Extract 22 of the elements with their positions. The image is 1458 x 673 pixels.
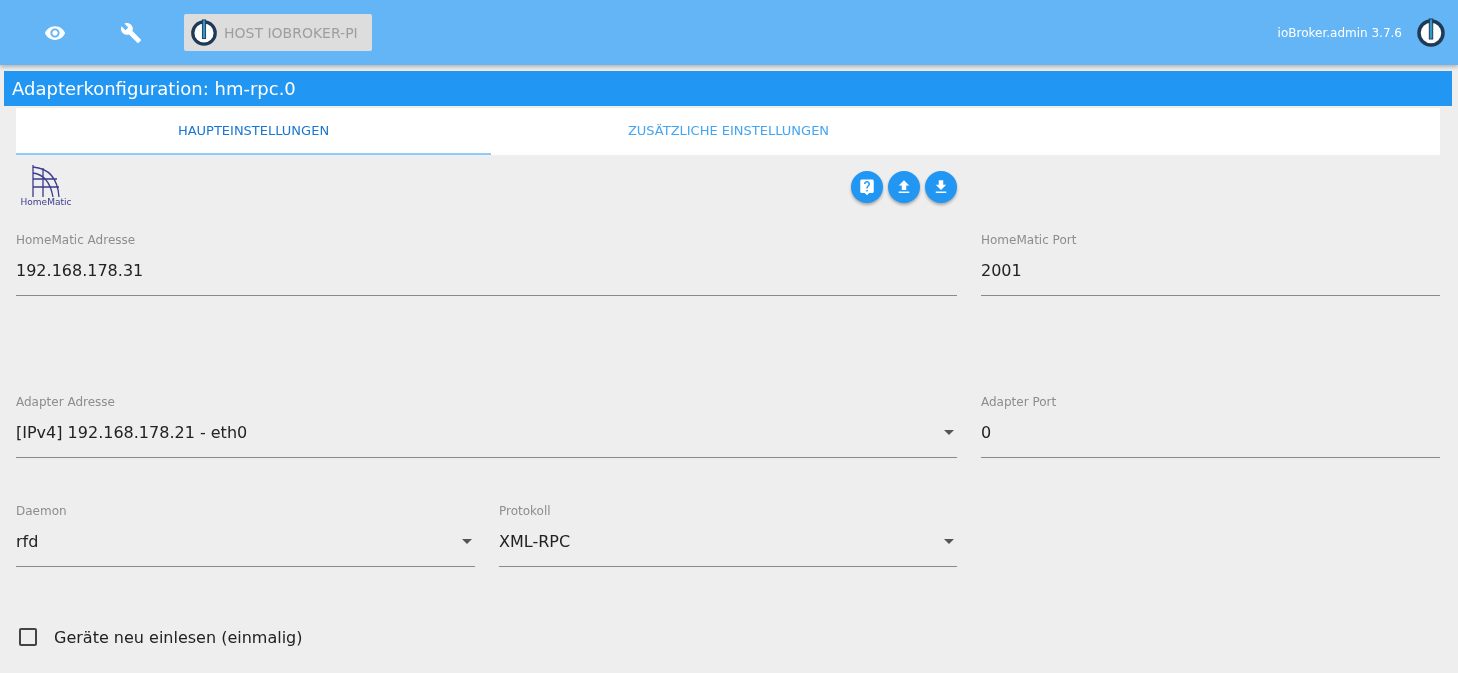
dropdown-caret-icon: [944, 429, 954, 435]
input-field[interactable]: HomeMatic Port 2001: [981, 233, 1440, 296]
iobroker-logo-icon: [190, 18, 218, 47]
input-field[interactable]: Adapter Port 0: [981, 395, 1440, 458]
select-field[interactable]: Daemon rfd: [16, 504, 475, 567]
homematic-logo-icon: [29, 163, 63, 197]
upload-button[interactable]: [888, 171, 920, 203]
checkbox[interactable]: [16, 625, 40, 649]
version-text: ioBroker.admin 3.7.6: [1277, 25, 1402, 40]
help-button[interactable]: [851, 171, 883, 203]
select-field[interactable]: Protokoll XML-RPC: [499, 504, 957, 567]
wrench-icon[interactable]: [120, 21, 142, 44]
download-button[interactable]: [925, 171, 957, 203]
help-icon: [858, 178, 876, 196]
logo-text: HomeMatic: [20, 197, 72, 207]
select-field[interactable]: Adapter Adresse [IPv4] 192.168.178.21 - eth0: [16, 395, 957, 458]
page-title: Adapterkonfiguration: hm-rpc.0: [4, 71, 1452, 106]
iobroker-logo-icon: [1416, 17, 1446, 48]
dropdown-caret-icon: [462, 538, 472, 544]
input-field[interactable]: HomeMatic Adresse 192.168.178.31: [16, 233, 957, 296]
checkbox-label: Geräte neu einlesen (einmalig): [54, 627, 303, 647]
dropdown-caret-icon: [944, 538, 954, 544]
